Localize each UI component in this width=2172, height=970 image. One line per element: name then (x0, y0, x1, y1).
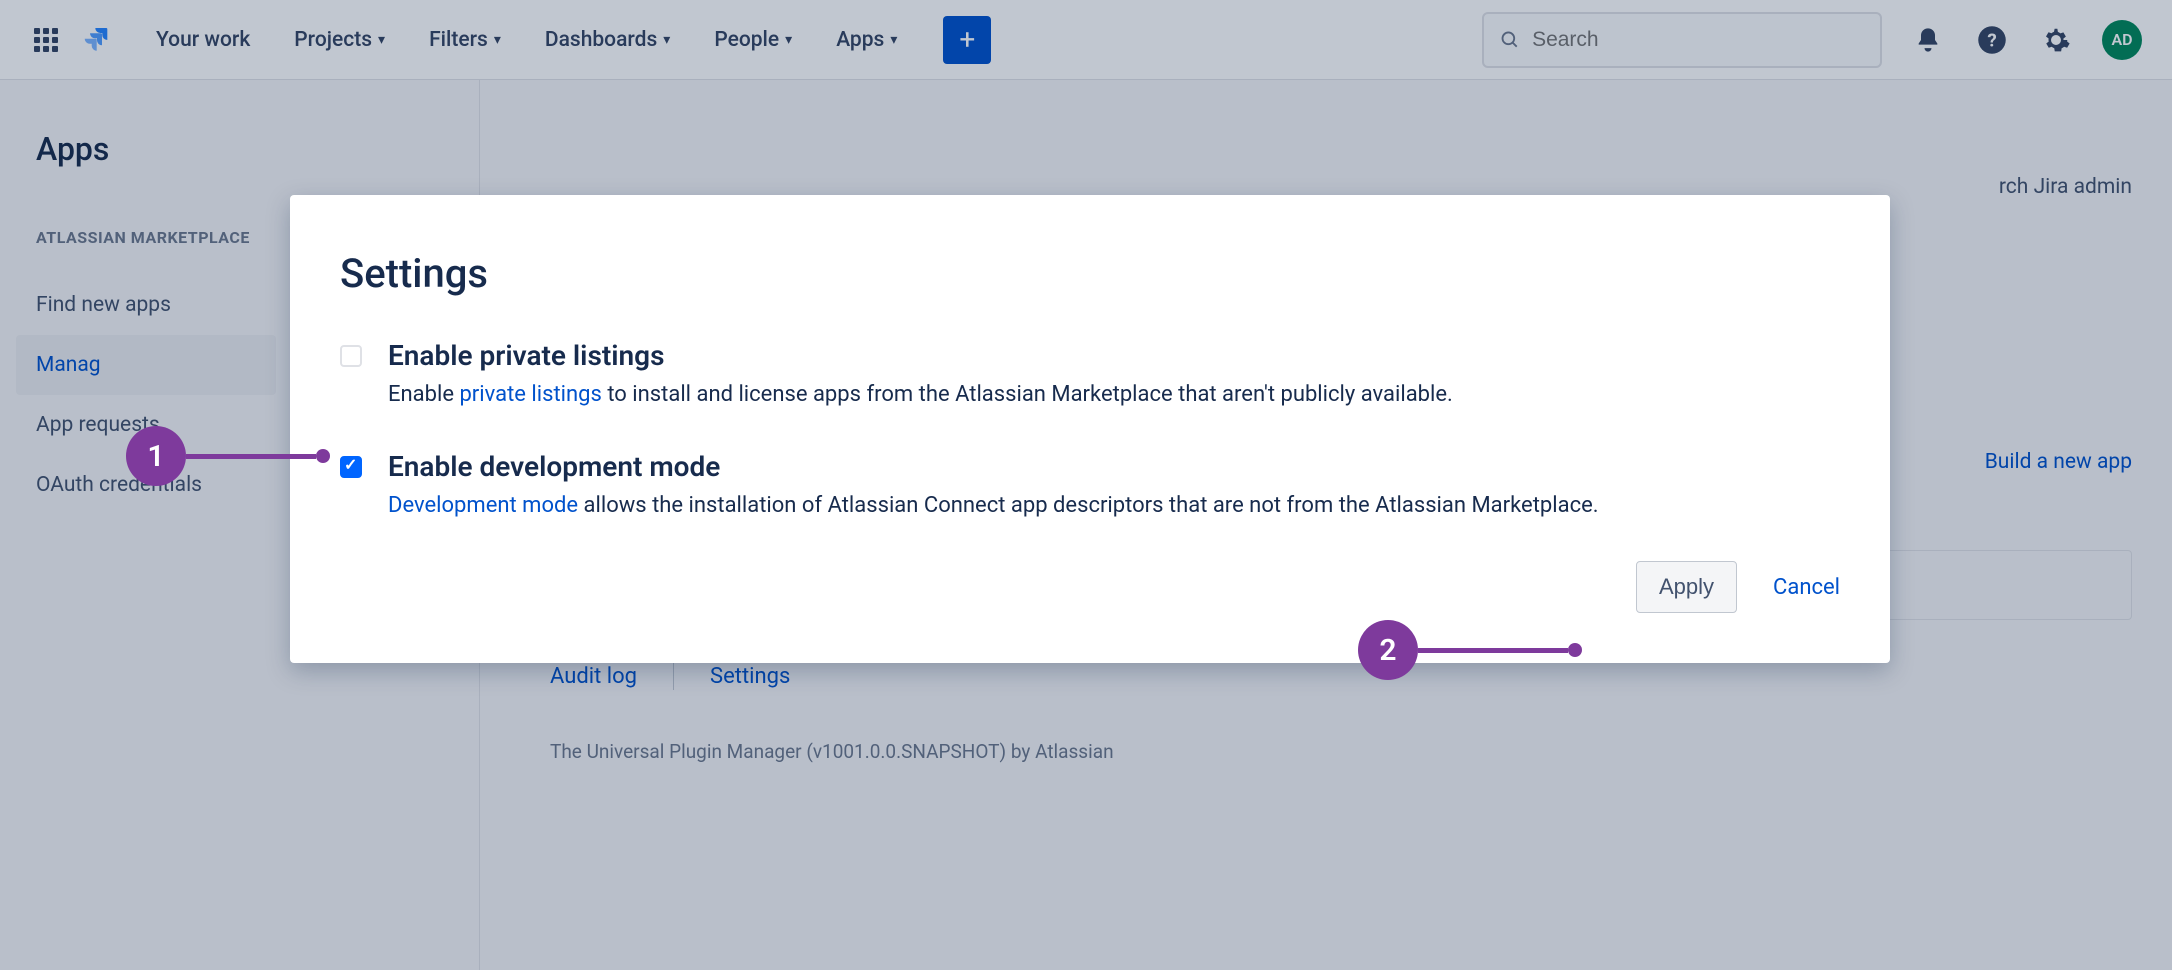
apply-button[interactable]: Apply (1636, 561, 1737, 613)
setting-desc: Enable private listings to install and l… (388, 378, 1840, 412)
setting-private-listings: Enable private listings Enable private l… (340, 339, 1840, 412)
annotation-2: 2 (1358, 620, 1582, 680)
annotation-marker: 2 (1358, 620, 1418, 680)
development-mode-link[interactable]: Development mode (388, 493, 578, 518)
setting-development-mode: Enable development mode Development mode… (340, 450, 1840, 523)
setting-title: Enable development mode (388, 450, 1840, 483)
checkbox-private-listings[interactable] (340, 345, 362, 367)
settings-modal: Settings Enable private listings Enable … (290, 195, 1890, 663)
private-listings-link[interactable]: private listings (459, 382, 601, 407)
cancel-button[interactable]: Cancel (1773, 575, 1840, 600)
checkbox-development-mode[interactable] (340, 456, 362, 478)
modal-actions: Apply Cancel (340, 561, 1840, 613)
setting-title: Enable private listings (388, 339, 1840, 372)
modal-title: Settings (340, 250, 1840, 297)
annotation-1: 1 (126, 426, 330, 486)
setting-desc: Development mode allows the installation… (388, 489, 1840, 523)
annotation-marker: 1 (126, 426, 186, 486)
